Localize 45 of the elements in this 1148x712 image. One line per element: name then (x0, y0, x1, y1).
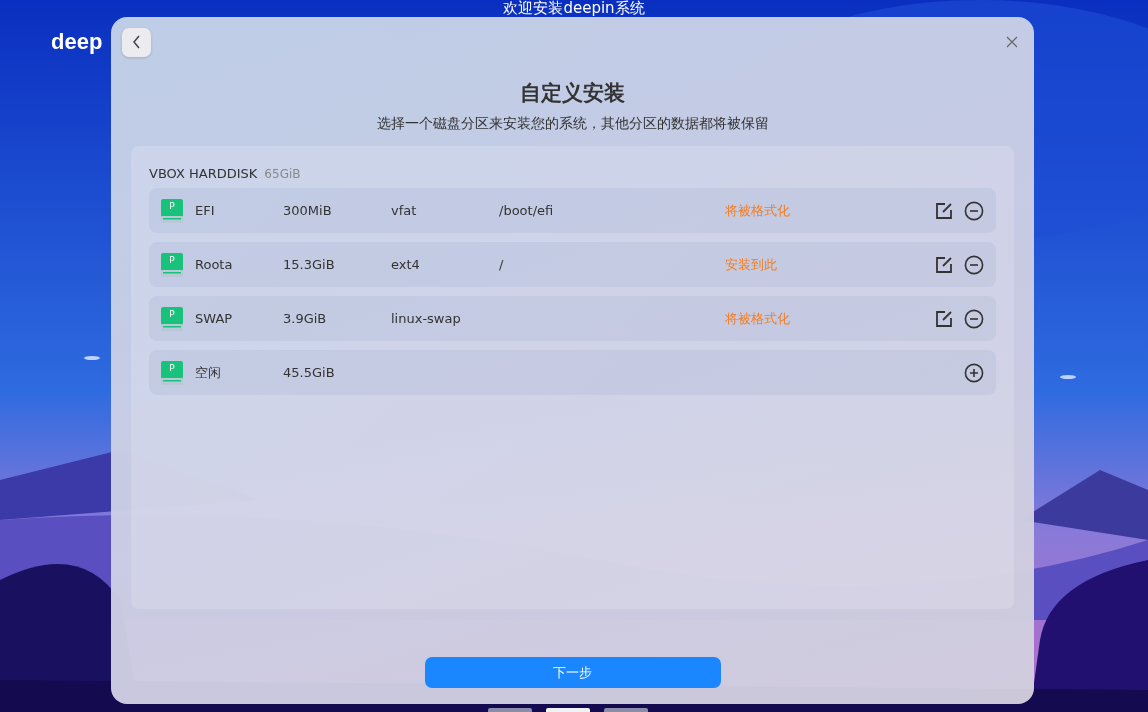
partition-filesystem: vfat (391, 203, 418, 218)
back-button[interactable] (122, 27, 151, 57)
partition-size: 15.3GiB (283, 257, 336, 272)
dialog-subtitle: 选择一个磁盘分区来安装您的系统，其他分区的数据都将被保留 (376, 115, 769, 133)
partition-letter: P (168, 254, 176, 265)
partition-letter: P (168, 308, 176, 319)
add-icon (964, 362, 984, 383)
partition-name: EFI (195, 203, 216, 218)
disk-icon (161, 198, 183, 223)
mount-point: / (499, 257, 505, 272)
disk-name: VBOX HARDDISK (149, 166, 258, 181)
partition-row[interactable]: P SWAP 3.9GiB linux-swap 将被格式化 (149, 296, 996, 341)
disk-icon (161, 360, 183, 385)
partition-row[interactable]: P Roota 15.3GiB ext4 / 安装到此 (149, 242, 996, 287)
close-icon (1006, 36, 1018, 48)
disk-icon (161, 252, 183, 277)
partition-row[interactable]: P 空闲 45.5GiB (149, 350, 996, 395)
partition-name: SWAP (195, 311, 234, 326)
partition-status: 安装到此 (725, 255, 778, 274)
logo-text: deep (51, 29, 103, 55)
partition-letter: P (168, 200, 176, 211)
installer-heading: 欢迎安装deepin系统 (503, 0, 645, 16)
partition-letter: P (168, 362, 176, 373)
disk-icon (161, 306, 183, 331)
partition-row[interactable]: P EFI 300MiB vfat /boot/efi 将被格式化 (149, 188, 996, 233)
edit-icon (935, 309, 953, 328)
mount-point: /boot/efi (499, 203, 555, 218)
edit-icon (935, 255, 953, 274)
remove-icon (964, 254, 984, 275)
partition-size: 3.9GiB (283, 311, 328, 326)
partition-filesystem: ext4 (391, 257, 421, 272)
back-icon (131, 35, 142, 49)
next-button[interactable]: 下一步 (424, 657, 721, 688)
disk-size: 65GiB (264, 167, 301, 181)
edit-icon (935, 201, 953, 220)
partition-status: 将被格式化 (725, 309, 791, 328)
partition-size: 45.5GiB (283, 365, 336, 380)
partition-size: 300MiB (283, 203, 333, 218)
remove-icon (964, 308, 984, 329)
partition-status: 将被格式化 (725, 201, 791, 220)
partition-filesystem: linux-swap (391, 311, 462, 326)
partition-name: Roota (195, 257, 234, 272)
remove-icon (964, 200, 984, 221)
dialog-title: 自定义安装 (520, 80, 625, 107)
partition-name: 空闲 (195, 363, 222, 382)
